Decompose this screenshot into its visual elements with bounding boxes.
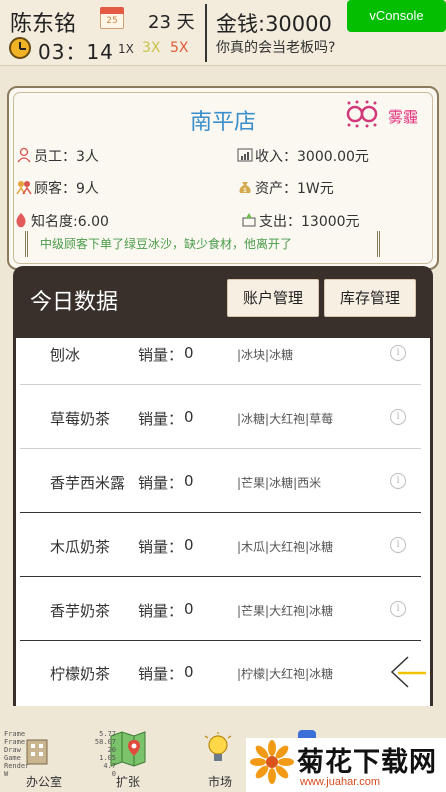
fame-stat: 知名度:6.00 xyxy=(13,211,109,231)
nav-market-label[interactable]: 市场 xyxy=(190,773,250,790)
speed-5x-button[interactable]: 5X xyxy=(170,40,189,56)
day-count: 23 天 xyxy=(148,12,195,33)
info-icon[interactable]: i xyxy=(390,409,406,425)
drink-name: 草莓奶茶 xyxy=(50,410,111,428)
nav-expand-label[interactable]: 扩张 xyxy=(98,773,158,790)
ingredients: |冰糖|大红袍|草莓 xyxy=(237,412,334,426)
watermark-title: 菊花下载网 xyxy=(297,747,437,778)
drink-name: 柠檬奶茶 xyxy=(50,665,111,683)
back-arrow-icon[interactable] xyxy=(388,655,428,689)
store-panel: 南平店 雾霾 员工：3人 收入：3000.00元 顾客：9人 $ 资产：1W元 知… xyxy=(7,86,439,270)
player-name: 陈东铭 xyxy=(10,12,77,37)
expense-stat: 支出：13000元 xyxy=(241,211,360,231)
vconsole-button[interactable]: vConsole xyxy=(347,0,446,32)
drink-sales-list[interactable]: 刨冰 销量： 0 |冰块|冰糖 i 草莓奶茶 销量： 0 |冰糖|大红袍|草莓 … xyxy=(13,338,433,706)
nav-office-label[interactable]: 办公室 xyxy=(14,773,74,790)
speed-3x-button[interactable]: 3X xyxy=(142,40,161,56)
customers-icon xyxy=(16,181,32,195)
game-time: 03：14 xyxy=(38,40,114,64)
customers-text: 顾客：9人 xyxy=(34,181,99,197)
calendar-icon: 25 xyxy=(100,7,124,29)
staff-text: 员工：3人 xyxy=(34,149,99,165)
assets-stat: $ 资产：1W元 xyxy=(237,178,334,198)
stock-management-button[interactable]: 库存管理 xyxy=(324,279,416,317)
lightbulb-icon[interactable] xyxy=(203,732,233,768)
sales-label: 销量： xyxy=(138,538,184,556)
list-item: 木瓜奶茶 销量： 0 |木瓜|大红袍|冰糖 i xyxy=(20,514,421,577)
assets-text: 资产：1W元 xyxy=(255,181,334,197)
list-item: 柠檬奶茶 销量： 0 |柠檬|大红袍|冰糖 xyxy=(20,641,426,704)
sales-value: 0 xyxy=(184,472,194,490)
drink-name: 刨冰 xyxy=(50,346,81,364)
sales-value: 0 xyxy=(184,344,194,362)
list-item: 刨冰 销量： 0 |冰块|冰糖 i xyxy=(20,338,421,385)
sales-label: 销量： xyxy=(138,665,184,683)
today-data-header: 今日数据 账户管理 库存管理 xyxy=(13,266,433,338)
staff-stat: 员工：3人 xyxy=(16,146,99,166)
ingredients: |冰块|冰糖 xyxy=(237,348,294,362)
sales-label: 销量： xyxy=(138,410,184,428)
clock-icon xyxy=(9,37,31,59)
svg-text:$: $ xyxy=(243,187,247,194)
list-item: 香芋奶茶 销量： 0 |芒果|大红袍|冰糖 i xyxy=(20,578,421,641)
tagline: 你真的会当老板吗? xyxy=(216,40,336,56)
customers-stat: 顾客：9人 xyxy=(16,178,99,198)
sales-value: 0 xyxy=(184,536,194,554)
header-divider xyxy=(205,4,207,62)
revenue-text: 收入：3000.00元 xyxy=(255,149,369,165)
watermark-url: www.juahar.com xyxy=(300,776,381,788)
info-icon[interactable]: i xyxy=(390,601,406,617)
sales-value: 0 xyxy=(184,408,194,426)
drink-name: 木瓜奶茶 xyxy=(50,538,111,556)
chart-icon xyxy=(237,148,253,162)
flower-logo-icon xyxy=(250,740,294,784)
sales-value: 0 xyxy=(184,600,194,618)
person-icon xyxy=(17,147,31,163)
ingredients: |芒果|大红袍|冰糖 xyxy=(237,604,334,618)
money-display: 金钱:30000 xyxy=(216,12,332,36)
list-item: 草莓奶茶 销量： 0 |冰糖|大红袍|草莓 i xyxy=(20,386,421,449)
top-status-bar: 陈东铭 25 23 天 03：14 1X 3X 5X 金钱:30000 你真的会… xyxy=(0,0,446,66)
perf-overlay: Frame 5.77 Frame 58.07 Draw 20 Game 1.05 Ren… xyxy=(4,730,116,778)
list-item: 香芋西米露 销量： 0 |芒果|冰糖|西米 i xyxy=(20,450,421,513)
sales-label: 销量： xyxy=(138,602,184,620)
fame-text: 知名度:6.00 xyxy=(31,214,109,230)
today-data-title: 今日数据 xyxy=(30,290,119,315)
info-icon[interactable]: i xyxy=(390,473,406,489)
info-icon[interactable]: i xyxy=(390,345,406,361)
ingredients: |柠檬|大红袍|冰糖 xyxy=(237,667,334,681)
sales-label: 销量： xyxy=(138,474,184,492)
info-icon[interactable]: i xyxy=(390,537,406,553)
smog-icon xyxy=(346,100,378,128)
expense-text: 支出：13000元 xyxy=(259,214,360,230)
event-message: 中级顾客下单了绿豆冰沙，缺少食材，他离开了 xyxy=(25,231,380,257)
sales-label: 销量： xyxy=(138,346,184,364)
revenue-stat: 收入：3000.00元 xyxy=(237,146,369,166)
account-management-button[interactable]: 账户管理 xyxy=(227,279,319,317)
weather-label: 雾霾 xyxy=(388,108,419,126)
sales-value: 0 xyxy=(184,663,194,681)
expense-icon xyxy=(242,213,256,227)
drink-name: 香芋奶茶 xyxy=(50,602,111,620)
ingredients: |木瓜|大红袍|冰糖 xyxy=(237,540,334,554)
player-info: 陈东铭 25 23 天 03：14 1X 3X 5X xyxy=(0,0,205,66)
drink-name: 香芋西米露 xyxy=(50,474,126,492)
flame-icon xyxy=(16,213,26,228)
ingredients: |芒果|冰糖|西米 xyxy=(237,476,322,490)
money-bag-icon: $ xyxy=(239,182,251,194)
speed-1x-button[interactable]: 1X xyxy=(118,42,134,56)
